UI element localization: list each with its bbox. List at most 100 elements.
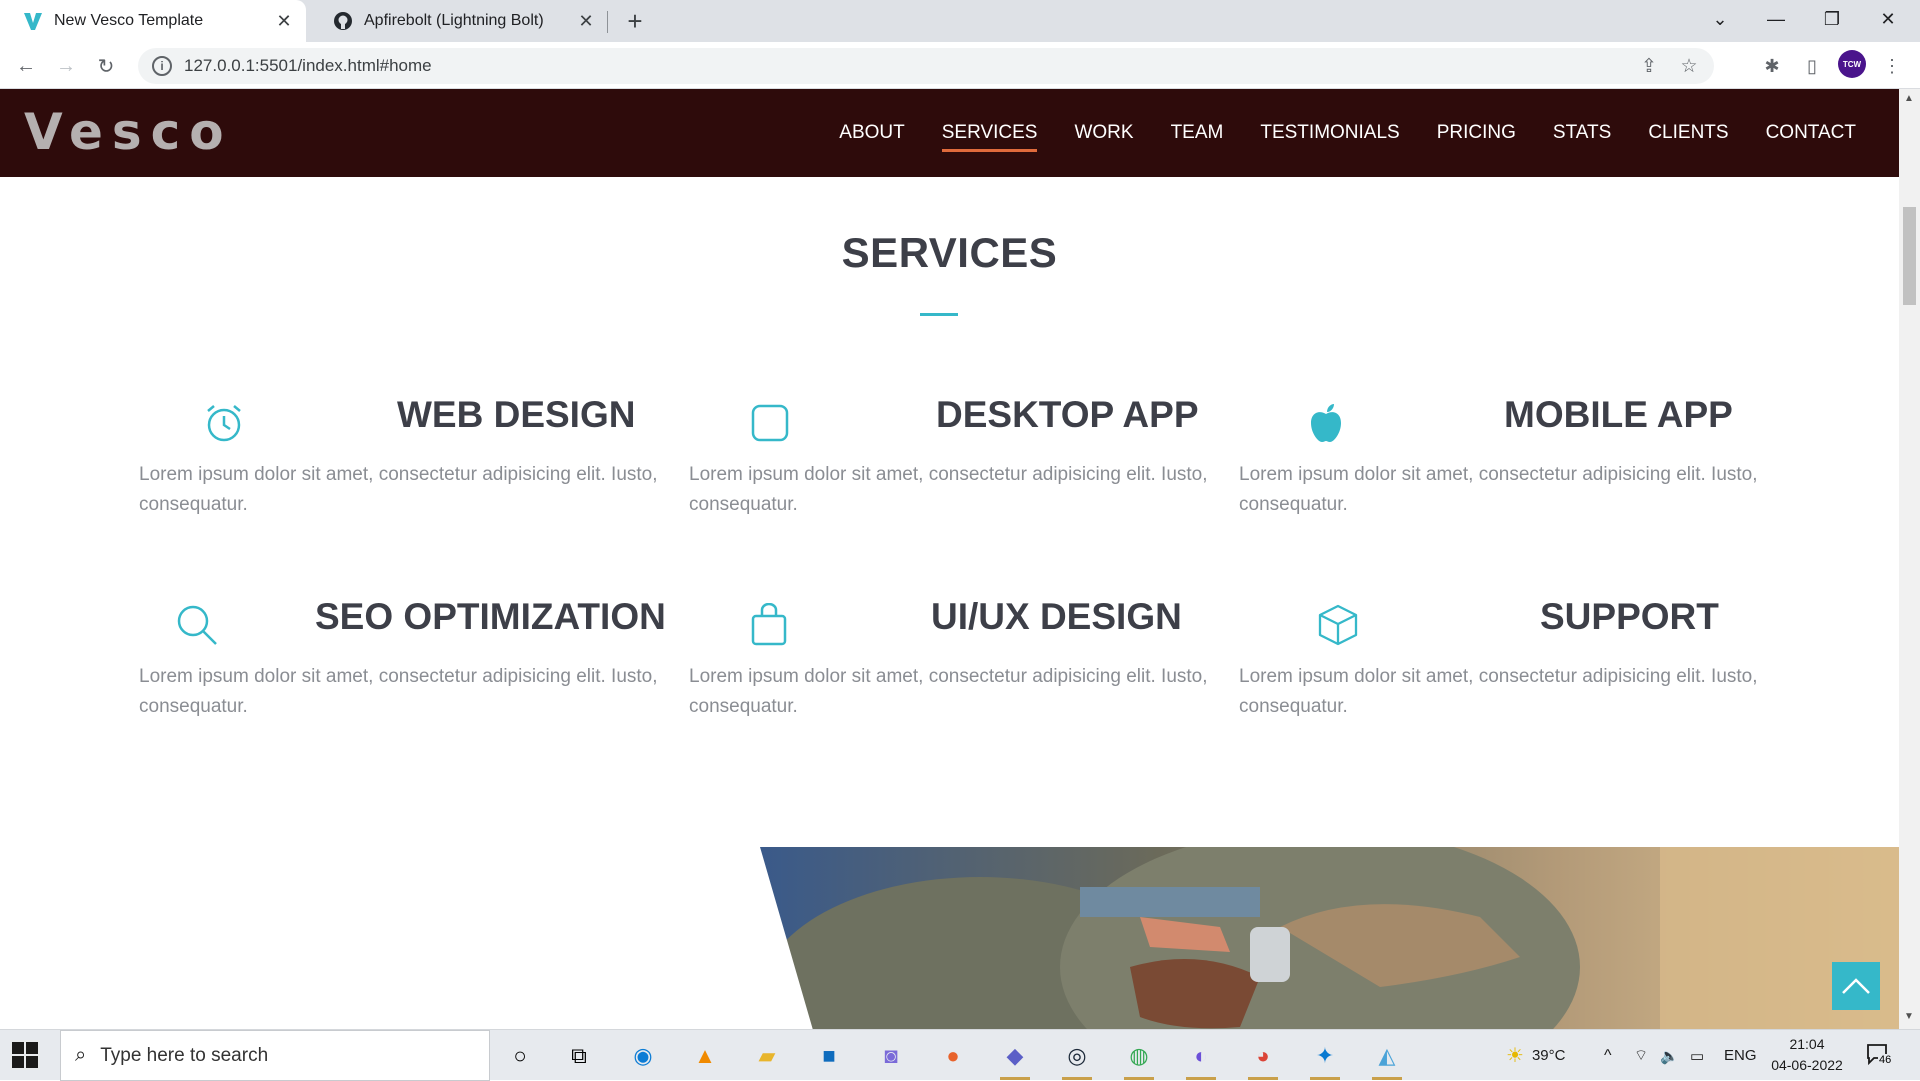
file-explorer-icon[interactable]: ▰ [748, 1038, 786, 1074]
service-description: Lorem ipsum dolor sit amet, consectetur … [689, 666, 1208, 717]
minimize-icon[interactable]: — [1748, 0, 1804, 38]
page-scrollbar[interactable]: ▲ ▼ [1899, 89, 1920, 1029]
clock-time: 21:04 [1789, 1036, 1825, 1052]
windows-start-button[interactable] [12, 1042, 38, 1068]
section-divider [920, 313, 958, 316]
reload-icon[interactable]: ↻ [90, 50, 122, 82]
vesco-icon [22, 10, 44, 32]
nav-link-work[interactable]: WORK [1074, 122, 1133, 144]
cube-icon [1314, 601, 1362, 649]
notification-count: 46 [1878, 1054, 1893, 1066]
nav-link-clients[interactable]: CLIENTS [1648, 122, 1728, 144]
nav-link-services[interactable]: SERVICES [941, 122, 1037, 152]
search-icon: ⌕ [75, 1044, 87, 1066]
vlc-icon[interactable]: ▲ [686, 1038, 724, 1074]
discord-icon[interactable]: ◐ [1182, 1038, 1220, 1080]
chevron-up-icon [1842, 978, 1870, 994]
firefox-icon[interactable]: ● [934, 1038, 972, 1074]
url-text: 127.0.0.1:5501/index.html#home [184, 56, 432, 75]
page-viewport: Vesco ABOUT SERVICES WORK TEAM TESTIMONI… [0, 89, 1899, 1029]
side-panel-icon[interactable]: ▯ [1796, 50, 1828, 82]
notification-center-icon[interactable]: 46 [1866, 1042, 1896, 1070]
nav-link-team[interactable]: TEAM [1171, 122, 1224, 144]
windows-taskbar: ⌕ Type here to search ○ ⧉ ◉ ▲ ▰ ■ ◙ ● ◆ … [0, 1029, 1920, 1081]
app-icon[interactable]: ◙ [872, 1038, 910, 1074]
browser-toolbar: ← → ↻ i 127.0.0.1:5501/index.html#home ⇪… [0, 42, 1920, 89]
work-photo [760, 847, 1899, 1029]
service-title: MOBILE APP [1504, 394, 1733, 435]
close-icon[interactable]: ✕ [574, 9, 598, 33]
chrome-icon[interactable]: ◕ [1244, 1038, 1282, 1080]
vscode-icon[interactable]: ✦ [1306, 1038, 1344, 1080]
tab-title: Apfirebolt (Lightning Bolt) [364, 12, 544, 29]
site-menu: ABOUT SERVICES WORK TEAM TESTIMONIALS PR… [839, 89, 1856, 177]
app-icon[interactable]: ◭ [1368, 1038, 1406, 1080]
shopping-bag-icon [745, 601, 793, 649]
volume-icon[interactable]: 🔈 [1660, 1030, 1679, 1081]
tab-separator [607, 11, 608, 33]
alarm-clock-icon [200, 399, 248, 447]
nav-link-testimonials[interactable]: TESTIMONIALS [1260, 122, 1399, 144]
steam-icon[interactable]: ◎ [1058, 1038, 1096, 1080]
close-icon[interactable]: ✕ [272, 9, 296, 33]
battery-icon[interactable]: ▭ [1690, 1030, 1704, 1081]
square-icon [746, 399, 794, 447]
nav-link-about[interactable]: ABOUT [839, 122, 904, 144]
share-icon[interactable]: ⇪ [1634, 51, 1664, 81]
weather-icon: ☀ [1506, 1045, 1524, 1067]
close-window-icon[interactable]: ✕ [1860, 0, 1916, 38]
tab-search-icon[interactable]: ⌄ [1692, 0, 1748, 38]
site-navbar: Vesco ABOUT SERVICES WORK TEAM TESTIMONI… [0, 89, 1899, 177]
cortana-icon[interactable]: ○ [501, 1038, 539, 1074]
apple-icon [1302, 399, 1350, 447]
nav-link-stats[interactable]: STATS [1553, 122, 1611, 144]
service-title: WEB DESIGN [397, 394, 636, 435]
scrollbar-thumb[interactable] [1903, 207, 1916, 305]
service-title: DESKTOP APP [936, 394, 1199, 435]
profile-avatar[interactable]: TCW [1838, 50, 1866, 78]
nav-link-pricing[interactable]: PRICING [1437, 122, 1516, 144]
new-tab-button[interactable]: + [620, 6, 650, 36]
weather-widget[interactable]: ☀ 39°C [1506, 1030, 1565, 1081]
show-hidden-icons[interactable]: ^ [1604, 1030, 1612, 1081]
clock-date: 04-06-2022 [1771, 1057, 1843, 1073]
browser-tab-bar: New Vesco Template ✕ Apfirebolt (Lightni… [0, 0, 1920, 42]
section-title: SERVICES [841, 229, 1058, 276]
nav-link-contact[interactable]: CONTACT [1766, 122, 1856, 144]
task-view-icon[interactable]: ⧉ [560, 1038, 598, 1074]
chrome-dev-icon[interactable]: ◍ [1120, 1038, 1158, 1080]
tab-github[interactable]: Apfirebolt (Lightning Bolt) ✕ [310, 0, 608, 42]
tab-title: New Vesco Template [54, 12, 204, 29]
weather-temp: 39°C [1531, 1047, 1566, 1064]
store-icon[interactable]: ■ [810, 1038, 848, 1074]
teams-icon[interactable]: ◆ [996, 1038, 1034, 1080]
site-logo[interactable]: Vesco [24, 103, 233, 161]
taskbar-search[interactable]: ⌕ Type here to search [60, 1030, 490, 1081]
github-icon [332, 10, 354, 32]
restore-icon[interactable]: ❐ [1804, 0, 1860, 38]
taskbar-clock[interactable]: 21:04 04-06-2022 [1762, 1034, 1852, 1076]
tab-vesco[interactable]: New Vesco Template ✕ [0, 0, 306, 42]
service-description: Lorem ipsum dolor sit amet, consectetur … [139, 464, 658, 515]
service-title: UI/UX DESIGN [931, 596, 1182, 637]
bookmark-star-icon[interactable]: ☆ [1674, 51, 1704, 81]
scroll-down-icon[interactable]: ▼ [1904, 1011, 1914, 1022]
search-icon [173, 601, 221, 649]
scroll-up-icon[interactable]: ▲ [1904, 93, 1914, 104]
service-description: Lorem ipsum dolor sit amet, consectetur … [1239, 666, 1758, 717]
extensions-icon[interactable]: ✱ [1756, 50, 1788, 82]
site-info-icon[interactable]: i [152, 56, 172, 76]
address-bar[interactable]: i 127.0.0.1:5501/index.html#home ⇪ ☆ [138, 48, 1714, 84]
edge-icon[interactable]: ◉ [624, 1038, 662, 1074]
search-placeholder: Type here to search [100, 1044, 269, 1066]
language-indicator[interactable]: ENG [1724, 1030, 1757, 1081]
back-icon[interactable]: ← [10, 50, 42, 82]
network-icon[interactable]: ⌔ [1634, 1030, 1648, 1081]
service-title: SUPPORT [1540, 596, 1719, 637]
service-title: SEO OPTIMIZATION [315, 596, 666, 637]
back-to-top-button[interactable] [1832, 962, 1880, 1010]
forward-icon[interactable]: → [50, 50, 82, 82]
service-description: Lorem ipsum dolor sit amet, consectetur … [689, 464, 1208, 515]
service-description: Lorem ipsum dolor sit amet, consectetur … [139, 666, 658, 717]
menu-kebab-icon[interactable]: ⋮ [1876, 50, 1908, 82]
